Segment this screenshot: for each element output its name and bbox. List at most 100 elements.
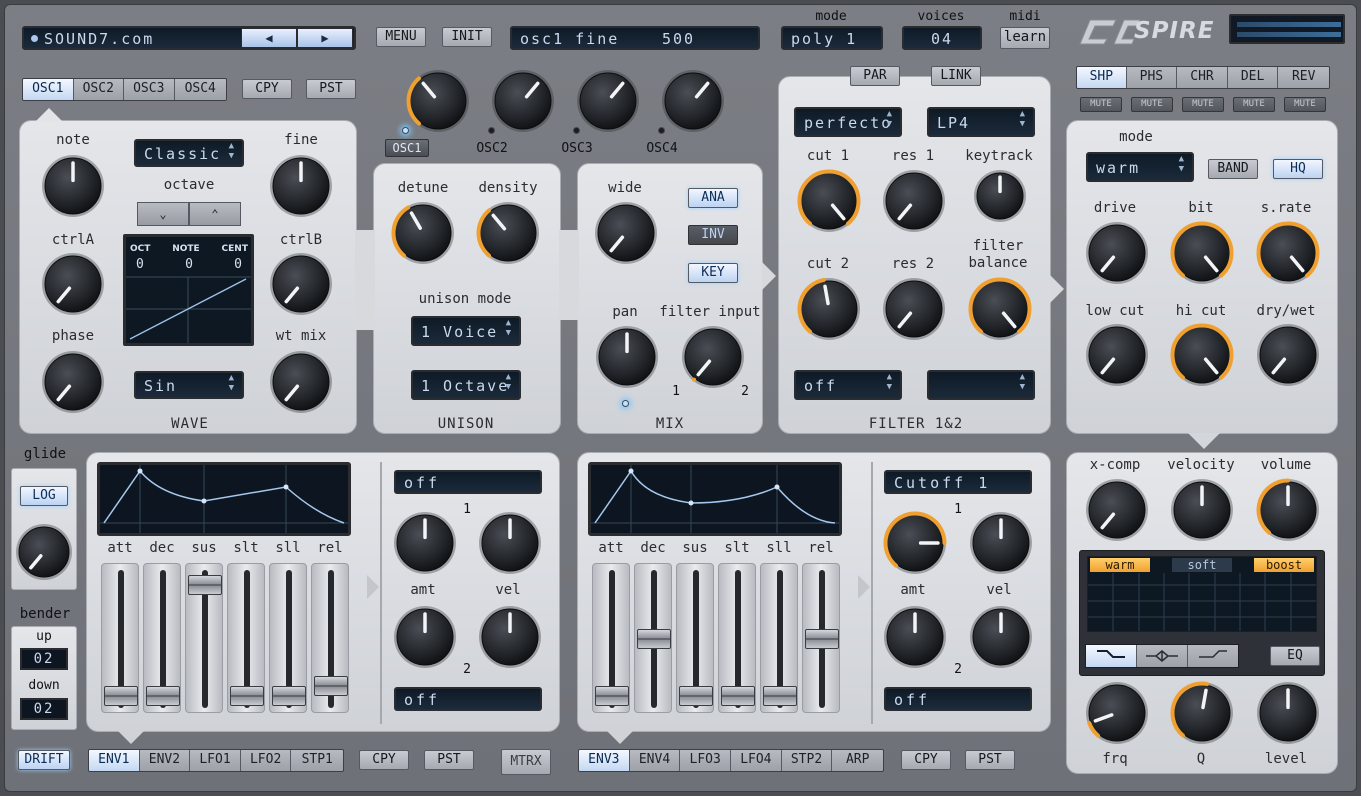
env-left-vel2-knob[interactable] <box>478 605 542 669</box>
fader-handle[interactable] <box>146 685 180 706</box>
filter-input-knob[interactable] <box>681 325 745 389</box>
filter1-type-select[interactable]: perfecto ▲ ▼ <box>794 107 902 137</box>
fx-mode-select[interactable]: warm ▲ ▼ <box>1086 152 1194 182</box>
osc2-level-knob[interactable] <box>491 69 555 133</box>
init-button[interactable]: INIT <box>442 27 492 47</box>
osc3-level-knob[interactable] <box>576 69 640 133</box>
tab-osc4[interactable]: OSC4 <box>174 79 226 100</box>
env-left-att-fader[interactable] <box>101 563 139 713</box>
cut1-knob[interactable] <box>797 169 861 233</box>
mute-rev-button[interactable]: MUTE <box>1284 97 1326 112</box>
tab-osc1[interactable]: OSC1 <box>23 79 74 100</box>
fader-handle[interactable] <box>721 685 755 706</box>
mute-del-button[interactable]: MUTE <box>1233 97 1275 112</box>
tab-arp[interactable]: ARP <box>832 750 883 771</box>
low-cut-knob[interactable] <box>1085 323 1149 387</box>
octave-down-button[interactable]: ⌄ <box>137 202 189 226</box>
key-button[interactable]: KEY <box>688 263 738 283</box>
octave-up-button[interactable]: ⌃ <box>189 202 241 226</box>
res2-knob[interactable] <box>882 277 946 341</box>
osc1-level-knob[interactable] <box>406 69 470 133</box>
osc-paste-button[interactable]: PST <box>306 79 356 99</box>
fader-handle[interactable] <box>763 685 797 706</box>
tab-env4[interactable]: ENV4 <box>629 750 681 771</box>
env-left-amt1-knob[interactable] <box>393 511 457 575</box>
ana-button[interactable]: ANA <box>688 188 738 208</box>
fader-handle[interactable] <box>230 685 264 706</box>
eq-mode-soft[interactable]: soft <box>1172 558 1232 572</box>
env-left-dec-fader[interactable] <box>143 563 181 713</box>
env-right-sus-fader[interactable] <box>676 563 714 713</box>
tab-lfo4[interactable]: LFO4 <box>731 750 782 771</box>
glide-knob[interactable] <box>15 523 73 581</box>
velocity-knob[interactable] <box>1170 478 1234 542</box>
hq-button[interactable]: HQ <box>1273 159 1323 179</box>
tab-lfo3[interactable]: LFO3 <box>680 750 732 771</box>
drive-knob[interactable] <box>1085 221 1149 285</box>
eq-q-knob[interactable] <box>1170 681 1234 745</box>
srate-knob[interactable] <box>1256 221 1320 285</box>
env-right-dest2-select[interactable]: off <box>884 687 1032 711</box>
dry-wet-knob[interactable] <box>1256 323 1320 387</box>
osc4-level-knob[interactable] <box>661 69 725 133</box>
eq-mode-warm[interactable]: warm <box>1090 558 1150 572</box>
osc3-select-label[interactable]: OSC3 <box>561 141 592 156</box>
tab-osc2[interactable]: OSC2 <box>73 79 124 100</box>
tab-del[interactable]: DEL <box>1227 67 1279 88</box>
env-right-amt2-knob[interactable] <box>883 605 947 669</box>
midi-learn-button[interactable]: learn <box>1000 27 1050 49</box>
phase-knob[interactable] <box>41 350 105 414</box>
bit-knob[interactable] <box>1170 221 1234 285</box>
ctrlb-knob[interactable] <box>269 252 333 316</box>
pan-knob[interactable] <box>595 325 659 389</box>
env-left-sus-fader[interactable] <box>185 563 223 713</box>
env-right-rel-fader[interactable] <box>802 563 840 713</box>
hi-cut-knob[interactable] <box>1170 323 1234 387</box>
filter-balance-knob[interactable] <box>968 277 1032 341</box>
eq-level-knob[interactable] <box>1256 681 1320 745</box>
fader-handle[interactable] <box>595 685 629 706</box>
env-left-dest1-select[interactable]: off <box>394 470 542 494</box>
next-preset-button[interactable]: ▶ <box>297 28 353 48</box>
env-left-sll-fader[interactable] <box>269 563 307 713</box>
env-left-copy-button[interactable]: CPY <box>359 750 409 770</box>
wave-mode-select[interactable]: Classic ▲ ▼ <box>134 139 244 167</box>
inv-button[interactable]: INV <box>688 225 738 245</box>
env-right-slt-fader[interactable] <box>718 563 756 713</box>
bender-up-value[interactable]: 02 <box>20 648 68 670</box>
env-right-vel2-knob[interactable] <box>969 605 1033 669</box>
env-right-copy-button[interactable]: CPY <box>901 750 951 770</box>
prev-preset-button[interactable]: ◀ <box>241 28 297 48</box>
wide-knob[interactable] <box>594 201 658 265</box>
env-left-paste-button[interactable]: PST <box>424 750 474 770</box>
unison-octave-select[interactable]: 1 Octave ▲ ▼ <box>411 370 521 400</box>
osc1-select-button[interactable]: OSC1 <box>385 139 429 157</box>
mute-chr-button[interactable]: MUTE <box>1182 97 1224 112</box>
env-left-rel-fader[interactable] <box>311 563 349 713</box>
osc-copy-button[interactable]: CPY <box>242 79 292 99</box>
mtrx-button[interactable]: MTRX <box>501 749 551 775</box>
env-right-att-fader[interactable] <box>592 563 630 713</box>
tab-env3[interactable]: ENV3 <box>579 750 630 771</box>
link-button[interactable]: LINK <box>931 66 981 86</box>
fader-handle[interactable] <box>805 629 839 649</box>
menu-button[interactable]: MENU <box>376 27 426 47</box>
volume-knob[interactable] <box>1256 478 1320 542</box>
keytrack-knob[interactable] <box>973 169 1027 223</box>
voice-mode-select[interactable]: poly 1 <box>781 26 883 50</box>
fader-handle[interactable] <box>637 629 671 649</box>
fader-handle[interactable] <box>314 676 348 697</box>
env-left-dest2-select[interactable]: off <box>394 687 542 711</box>
tab-rev[interactable]: REV <box>1278 67 1329 88</box>
env-left-vel1-knob[interactable] <box>478 511 542 575</box>
env-left-amt2-knob[interactable] <box>393 605 457 669</box>
osc2-select-label[interactable]: OSC2 <box>476 141 507 156</box>
wt-mix-knob[interactable] <box>269 350 333 414</box>
env-right-sll-fader[interactable] <box>760 563 798 713</box>
env-right-vel1-knob[interactable] <box>969 511 1033 575</box>
eq-mode-boost[interactable]: boost <box>1254 558 1314 572</box>
eq-button[interactable]: EQ <box>1270 646 1320 666</box>
fader-handle[interactable] <box>272 685 306 706</box>
ctrla-knob[interactable] <box>41 252 105 316</box>
note-knob[interactable] <box>41 154 105 218</box>
